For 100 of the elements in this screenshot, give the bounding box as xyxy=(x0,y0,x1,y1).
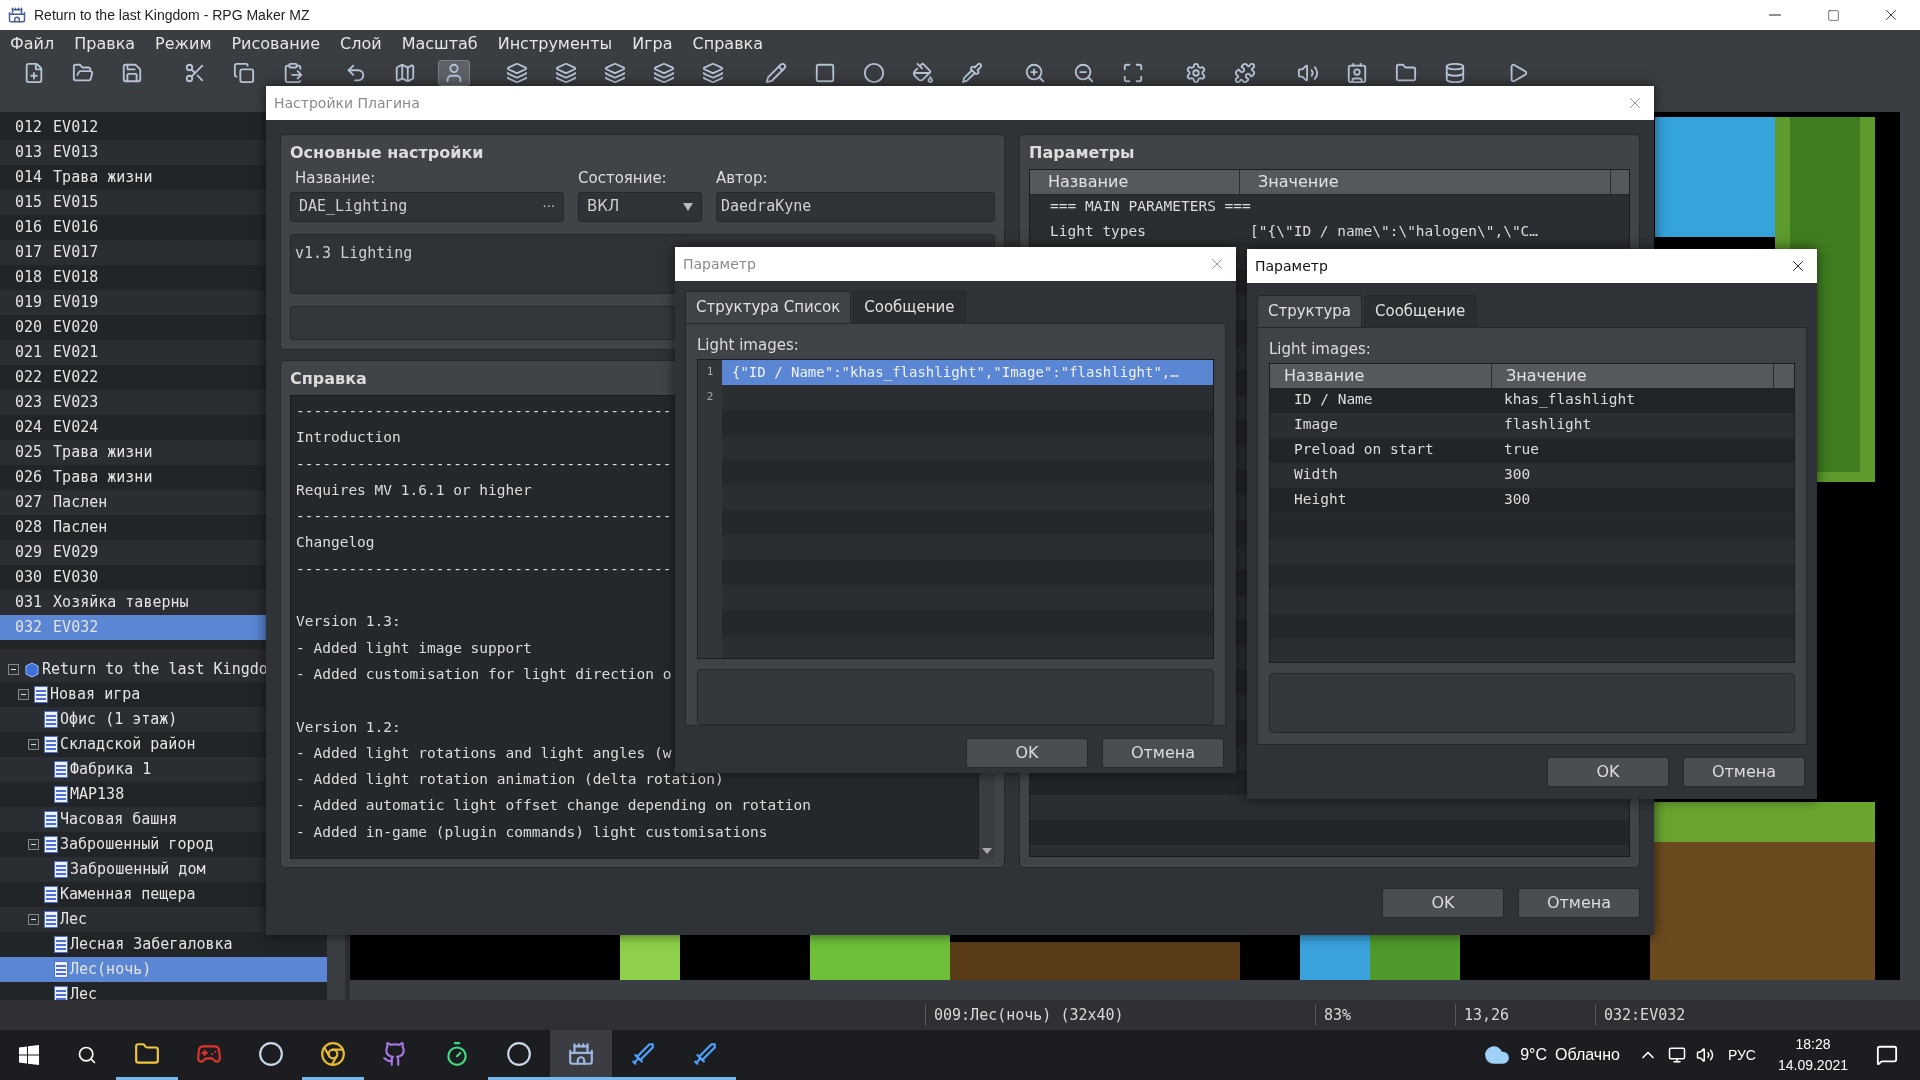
browse-button[interactable]: ··· xyxy=(542,196,555,217)
toolbar-button[interactable] xyxy=(438,60,470,86)
field-label: Состояние: xyxy=(578,168,668,189)
clock-time: 18:28 xyxy=(1795,1035,1831,1054)
menu-item[interactable]: Справка xyxy=(684,32,772,56)
collapse-icon[interactable] xyxy=(8,664,19,675)
menu-item[interactable]: Масштаб xyxy=(393,32,486,56)
timer-icon xyxy=(444,1040,470,1067)
event-number: 012 xyxy=(15,117,43,139)
new-file-icon xyxy=(23,62,45,84)
field-value: 300 xyxy=(1503,465,1531,485)
name-field[interactable]: DAE_Lighting ··· xyxy=(290,191,564,222)
collapse-icon[interactable] xyxy=(28,914,39,925)
map-tree-item[interactable]: Новая игра xyxy=(0,682,327,707)
tab[interactable]: Сообщение xyxy=(1364,295,1477,327)
menu-item[interactable]: Инструменты xyxy=(489,32,621,56)
dialog-title: Настройки Плагина xyxy=(274,93,420,113)
map-tree-item[interactable]: Лесная Забегаловка xyxy=(0,932,327,957)
scissors-icon xyxy=(184,62,206,84)
event-name: EV032 xyxy=(53,617,99,639)
event-name: EV012 xyxy=(53,117,99,139)
page-icon xyxy=(54,986,68,1000)
column-header[interactable]: Название xyxy=(1030,170,1240,194)
settings-icon xyxy=(1185,62,1207,84)
event-number: 029 xyxy=(15,542,43,564)
event-number: 028 xyxy=(15,517,43,539)
event-name: Хозяйка таверны xyxy=(53,592,189,614)
parameter-name: Light types xyxy=(1049,221,1148,241)
cancel-button[interactable]: Отмена xyxy=(1102,737,1224,768)
parameter-name: === MAIN PARAMETERS === xyxy=(1049,196,1251,216)
speaker-icon[interactable] xyxy=(1695,1046,1714,1064)
tab[interactable]: Сообщение xyxy=(853,291,966,323)
map-name: Заброшенный дом xyxy=(70,859,206,881)
minimize-icon xyxy=(1769,14,1781,16)
ok-button[interactable]: OK xyxy=(966,737,1088,768)
notification-icon[interactable] xyxy=(1876,1044,1898,1066)
map-name: MAP138 xyxy=(70,784,125,806)
cancel-button[interactable]: Отмена xyxy=(1518,888,1640,918)
map-name: Лес xyxy=(70,984,98,1000)
field-value: DaedraKyne xyxy=(721,196,812,218)
event-name: EV023 xyxy=(53,392,99,414)
copy-icon xyxy=(233,62,255,84)
map-tree-item[interactable]: Каменная пещера xyxy=(0,882,327,907)
event-number: 014 xyxy=(15,167,43,189)
collapse-icon[interactable] xyxy=(18,689,29,700)
column-header[interactable]: Значение xyxy=(1240,170,1611,194)
status-text: 009:Лес(ночь) (32x40) xyxy=(925,1003,1315,1027)
field-name: Image xyxy=(1293,415,1339,435)
ok-button[interactable]: OK xyxy=(1382,888,1504,918)
menu-item[interactable]: Правка xyxy=(66,32,144,56)
round-app-icon xyxy=(506,1040,532,1067)
field-name: Width xyxy=(1293,465,1339,485)
taskbar-app[interactable] xyxy=(550,1030,612,1080)
dialog-title: Параметр xyxy=(1255,256,1328,276)
language-indicator[interactable]: РУС xyxy=(1727,1044,1756,1066)
column-header[interactable]: Название xyxy=(1270,363,1492,388)
scrollbar[interactable] xyxy=(350,980,1920,1000)
undo-icon xyxy=(345,62,367,84)
field-label: Автор: xyxy=(716,168,769,189)
event-name: EV024 xyxy=(53,417,99,439)
event-name: Трава жизни xyxy=(53,442,153,464)
menu-item[interactable]: Игра xyxy=(624,32,681,56)
status-dropdown[interactable]: ВКЛ xyxy=(578,191,702,222)
map-icon xyxy=(394,62,416,84)
zoom-out-icon xyxy=(1073,62,1095,84)
map-name: Лес(ночь) xyxy=(70,959,152,981)
ellipse-icon xyxy=(863,62,885,84)
browser-icon xyxy=(320,1040,346,1067)
tab[interactable]: Структура Список xyxy=(685,291,852,323)
field-label: Light images: xyxy=(1269,339,1372,360)
column-header[interactable]: Значение xyxy=(1492,363,1774,388)
tab[interactable]: Структура xyxy=(1257,295,1362,327)
cancel-button[interactable]: Отмена xyxy=(1683,757,1805,787)
collapse-icon[interactable] xyxy=(28,739,39,750)
id-card-icon xyxy=(1346,62,1368,84)
event-name: EV017 xyxy=(53,242,99,264)
event-name: EV022 xyxy=(53,367,99,389)
field-value: 300 xyxy=(1503,490,1531,510)
menu-item[interactable]: Слой xyxy=(332,32,390,56)
weather-text: Облачно xyxy=(1555,1045,1620,1065)
menu-item[interactable]: Режим xyxy=(147,32,220,56)
layers-icon xyxy=(555,62,577,84)
menu-item[interactable]: Файл xyxy=(2,32,63,56)
cube-icon xyxy=(24,661,40,678)
event-number: 013 xyxy=(15,142,43,164)
page-icon xyxy=(54,961,68,978)
menu-item[interactable]: Рисование xyxy=(223,32,329,56)
speaker-icon xyxy=(1297,62,1319,84)
castle-icon xyxy=(568,1040,594,1067)
page-icon xyxy=(54,786,68,803)
network-icon[interactable] xyxy=(1667,1046,1686,1064)
collapse-icon[interactable] xyxy=(28,839,39,850)
zoom-in-icon xyxy=(1024,62,1046,84)
help-line: - Added light image support xyxy=(296,638,532,658)
ok-button[interactable]: OK xyxy=(1547,757,1669,787)
map-name: Лесная Забегаловка xyxy=(70,934,233,956)
map-name: Новая игра xyxy=(50,684,141,706)
rectangle-icon xyxy=(814,62,836,84)
author-field[interactable]: DaedraKyne xyxy=(716,191,995,222)
field-name: Height xyxy=(1293,490,1348,510)
